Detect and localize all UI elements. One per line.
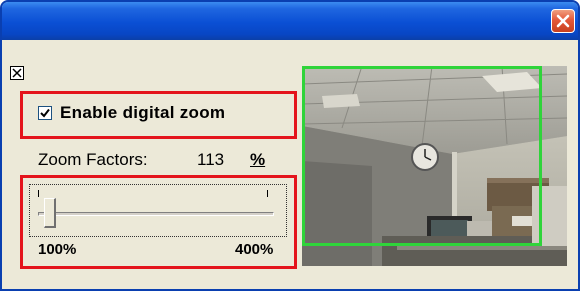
zoom-factor-unit: % — [250, 150, 266, 169]
enable-zoom-checkbox[interactable] — [38, 106, 52, 120]
slider-min-label: 100% — [38, 241, 77, 258]
close-button[interactable] — [551, 9, 575, 33]
close-icon — [556, 14, 570, 28]
digital-zoom-window: Enable digital zoom Zoom Factors: 113 % … — [0, 0, 580, 291]
checkmark-icon — [40, 108, 50, 118]
title-bar[interactable] — [2, 2, 578, 40]
enable-zoom-label[interactable]: Enable digital zoom — [60, 103, 225, 123]
slider-track[interactable] — [38, 212, 274, 216]
slider-tick-min — [38, 190, 39, 197]
slider-tick-max — [267, 190, 268, 197]
zoom-factor-label: Zoom Factors: — [38, 150, 148, 169]
slider-thumb[interactable] — [43, 198, 56, 228]
zoom-slider[interactable] — [29, 184, 287, 237]
slider-max-label: 400% — [235, 241, 274, 258]
zoom-region-rectangle[interactable] — [302, 66, 542, 246]
hide-panel-button[interactable] — [10, 66, 24, 80]
zoom-factor-value: 113 — [197, 150, 225, 169]
checkbox-x-icon — [12, 68, 22, 78]
